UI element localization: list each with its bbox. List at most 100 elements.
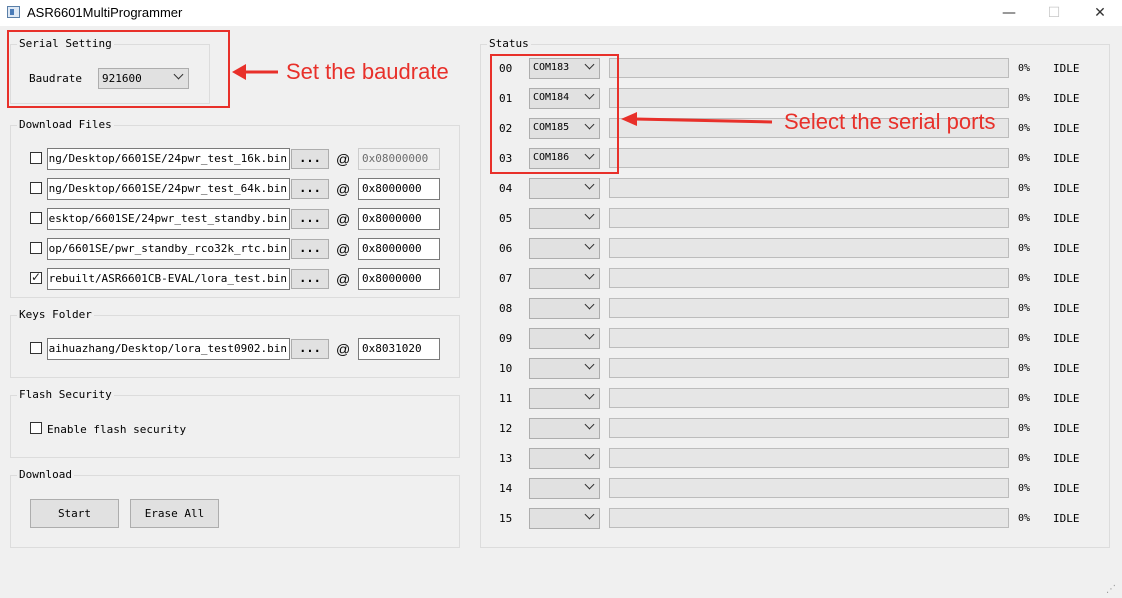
keys-folder-path-field[interactable]: C:/Users/aihuazhang/Desktop/lora_test090… bbox=[47, 338, 290, 360]
download-file-address-field[interactable]: 0x8000000 bbox=[358, 208, 440, 230]
download-file-checkbox[interactable] bbox=[30, 152, 42, 164]
progress-percent: 0% bbox=[1018, 123, 1031, 134]
status-state: IDLE bbox=[1053, 272, 1080, 285]
chevron-down-icon bbox=[584, 209, 595, 220]
start-button[interactable]: Start bbox=[30, 499, 119, 528]
serial-ports-note: Select the serial ports bbox=[784, 109, 996, 134]
status-state: IDLE bbox=[1053, 452, 1080, 465]
download-file-browse-button[interactable]: ... bbox=[291, 179, 329, 199]
download-files-title: Download Files bbox=[17, 118, 114, 131]
progress-percent: 0% bbox=[1018, 453, 1031, 464]
serial-port-select[interactable] bbox=[529, 238, 600, 259]
chevron-down-icon bbox=[584, 479, 595, 490]
download-file-path-text: C:/Users/aihuazhang/Desktop/6601SE/24pwr… bbox=[48, 182, 287, 195]
status-row-index: 04 bbox=[499, 182, 513, 195]
download-file-path-field[interactable]: D:/ASR6601/prebuilt/ASR6601CB-EVAL/lora_… bbox=[47, 268, 290, 290]
baudrate-highlight-box bbox=[7, 30, 230, 108]
download-file-path-text: D:/ASR6601/prebuilt/ASR6601CB-EVAL/lora_… bbox=[48, 272, 287, 285]
progress-percent: 0% bbox=[1018, 183, 1031, 194]
flash-security-title: Flash Security bbox=[17, 388, 114, 401]
keys-folder-title: Keys Folder bbox=[17, 308, 94, 321]
serial-port-select[interactable] bbox=[529, 298, 600, 319]
progress-bar bbox=[609, 238, 1009, 258]
download-file-address-field[interactable]: 0x8000000 bbox=[358, 268, 440, 290]
minimize-icon[interactable]: — bbox=[986, 0, 1032, 26]
download-file-path-field[interactable]: C:/Users/aihuazhang/Desktop/6601SE/pwr_s… bbox=[47, 238, 290, 260]
progress-percent: 0% bbox=[1018, 273, 1031, 284]
at-sign: @ bbox=[336, 341, 351, 357]
status-row-index: 14 bbox=[499, 482, 513, 495]
download-file-address-field: 0x08000000 bbox=[358, 148, 440, 170]
window-title: ASR6601MultiProgrammer bbox=[27, 5, 183, 20]
baudrate-arrow-icon bbox=[232, 64, 278, 80]
download-file-address-field[interactable]: 0x8000000 bbox=[358, 178, 440, 200]
serial-port-select[interactable] bbox=[529, 418, 600, 439]
serial-port-select[interactable] bbox=[529, 448, 600, 469]
chevron-down-icon bbox=[584, 419, 595, 430]
status-state: IDLE bbox=[1053, 182, 1080, 195]
status-state: IDLE bbox=[1053, 302, 1080, 315]
status-title: Status bbox=[487, 37, 531, 50]
chevron-down-icon bbox=[584, 299, 595, 310]
progress-bar bbox=[609, 88, 1009, 108]
serial-port-select[interactable] bbox=[529, 388, 600, 409]
erase-all-button[interactable]: Erase All bbox=[130, 499, 219, 528]
status-state: IDLE bbox=[1053, 362, 1080, 375]
download-file-path-text: C:/Users/aihuazhang/Desktop/6601SE/24pwr… bbox=[48, 212, 287, 225]
enable-flash-security-checkbox[interactable] bbox=[30, 422, 42, 434]
at-sign: @ bbox=[336, 211, 351, 227]
status-row-index: 05 bbox=[499, 212, 513, 225]
resize-grip-icon[interactable]: ⋰ bbox=[1106, 584, 1116, 595]
keys-folder-checkbox[interactable] bbox=[30, 342, 42, 354]
status-state: IDLE bbox=[1053, 122, 1080, 135]
serial-port-select[interactable] bbox=[529, 328, 600, 349]
serial-port-select[interactable] bbox=[529, 508, 600, 529]
serial-port-select[interactable] bbox=[529, 478, 600, 499]
serial-port-select[interactable] bbox=[529, 208, 600, 229]
download-file-path-field[interactable]: C:/Users/aihuazhang/Desktop/6601SE/24pwr… bbox=[47, 208, 290, 230]
at-sign: @ bbox=[336, 181, 351, 197]
status-state: IDLE bbox=[1053, 152, 1080, 165]
chevron-down-icon bbox=[584, 449, 595, 460]
progress-bar bbox=[609, 418, 1009, 438]
progress-bar bbox=[609, 58, 1009, 78]
keys-folder-path-text: C:/Users/aihuazhang/Desktop/lora_test090… bbox=[48, 342, 287, 355]
download-file-checkbox[interactable] bbox=[30, 270, 42, 284]
chevron-down-icon bbox=[584, 269, 595, 280]
status-state: IDLE bbox=[1053, 392, 1080, 405]
progress-percent: 0% bbox=[1018, 333, 1031, 344]
status-row-index: 15 bbox=[499, 512, 513, 525]
status-row-index: 11 bbox=[499, 392, 513, 405]
chevron-down-icon bbox=[584, 179, 595, 190]
download-file-checkbox[interactable] bbox=[30, 182, 42, 194]
download-file-path-field[interactable]: C:/Users/aihuazhang/Desktop/6601SE/24pwr… bbox=[47, 148, 290, 170]
serial-port-select[interactable] bbox=[529, 268, 600, 289]
status-state: IDLE bbox=[1053, 422, 1080, 435]
download-file-browse-button[interactable]: ... bbox=[291, 149, 329, 169]
keys-folder-browse-button[interactable]: ... bbox=[291, 339, 329, 359]
download-file-checkbox[interactable] bbox=[30, 242, 42, 254]
download-file-path-field[interactable]: C:/Users/aihuazhang/Desktop/6601SE/24pwr… bbox=[47, 178, 290, 200]
enable-flash-security-label[interactable]: Enable flash security bbox=[47, 423, 186, 436]
progress-percent: 0% bbox=[1018, 243, 1031, 254]
download-file-browse-button[interactable]: ... bbox=[291, 239, 329, 259]
serial-port-select[interactable] bbox=[529, 178, 600, 199]
download-file-checkbox[interactable] bbox=[30, 212, 42, 224]
download-file-path-text: C:/Users/aihuazhang/Desktop/6601SE/24pwr… bbox=[48, 152, 287, 165]
progress-percent: 0% bbox=[1018, 513, 1031, 524]
status-row-index: 06 bbox=[499, 242, 513, 255]
at-sign: @ bbox=[336, 151, 351, 167]
progress-bar bbox=[609, 358, 1009, 378]
close-icon[interactable]: ✕ bbox=[1077, 0, 1122, 26]
download-file-address-field[interactable]: 0x8000000 bbox=[358, 238, 440, 260]
progress-bar bbox=[609, 178, 1009, 198]
keys-folder-address-field[interactable]: 0x8031020 bbox=[358, 338, 440, 360]
download-file-browse-button[interactable]: ... bbox=[291, 209, 329, 229]
progress-bar bbox=[609, 208, 1009, 228]
progress-bar bbox=[609, 298, 1009, 318]
progress-percent: 0% bbox=[1018, 153, 1031, 164]
serial-port-select[interactable] bbox=[529, 358, 600, 379]
serial-ports-highlight-box bbox=[490, 54, 619, 174]
progress-percent: 0% bbox=[1018, 93, 1031, 104]
download-file-browse-button[interactable]: ... bbox=[291, 269, 329, 289]
